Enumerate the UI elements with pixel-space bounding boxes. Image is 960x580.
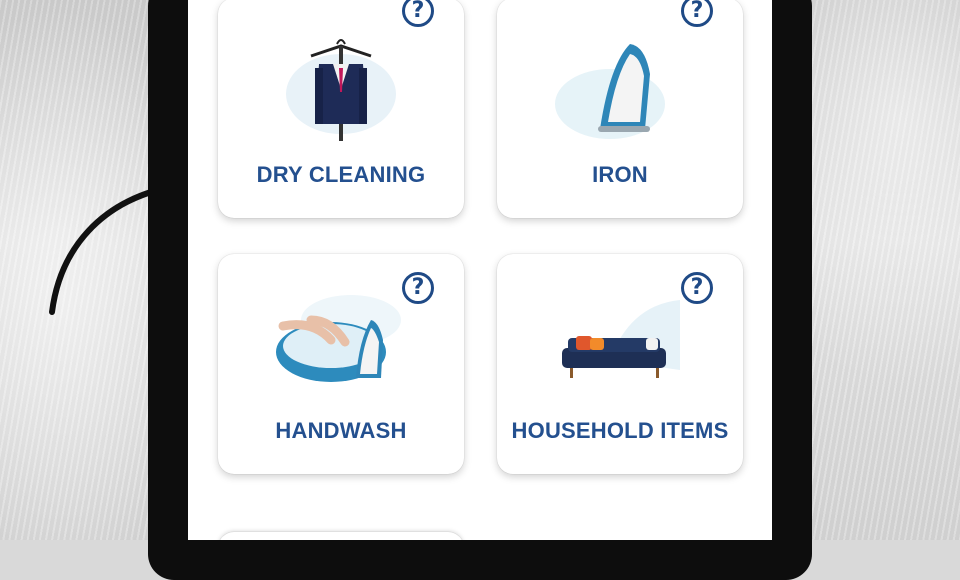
help-icon[interactable]: ? — [402, 0, 434, 27]
service-label: DRY CLEANING — [256, 162, 426, 187]
handwash-basin-image — [276, 295, 401, 382]
service-label: HANDWASH — [275, 418, 407, 443]
service-card-household-items[interactable]: ? HOUSEHOLD ITEMS — [497, 254, 743, 474]
help-icon[interactable]: ? — [681, 0, 713, 27]
service-card-partial[interactable] — [218, 532, 464, 540]
service-card-handwash[interactable]: ? HANDWASH — [218, 254, 464, 474]
service-card-iron[interactable]: ? IRON — [497, 0, 743, 218]
steam-iron-image — [555, 44, 665, 139]
service-label: IRON — [592, 162, 648, 187]
service-label: HOUSEHOLD ITEMS — [511, 418, 729, 443]
suit-on-hanger-image — [286, 39, 396, 141]
app-screen: ? DRY CLEANING ? IRON ? HANDWASH ? HOUSE… — [188, 0, 772, 540]
service-card-dry-cleaning[interactable]: ? DRY CLEANING — [218, 0, 464, 218]
sofa-image — [562, 300, 680, 378]
